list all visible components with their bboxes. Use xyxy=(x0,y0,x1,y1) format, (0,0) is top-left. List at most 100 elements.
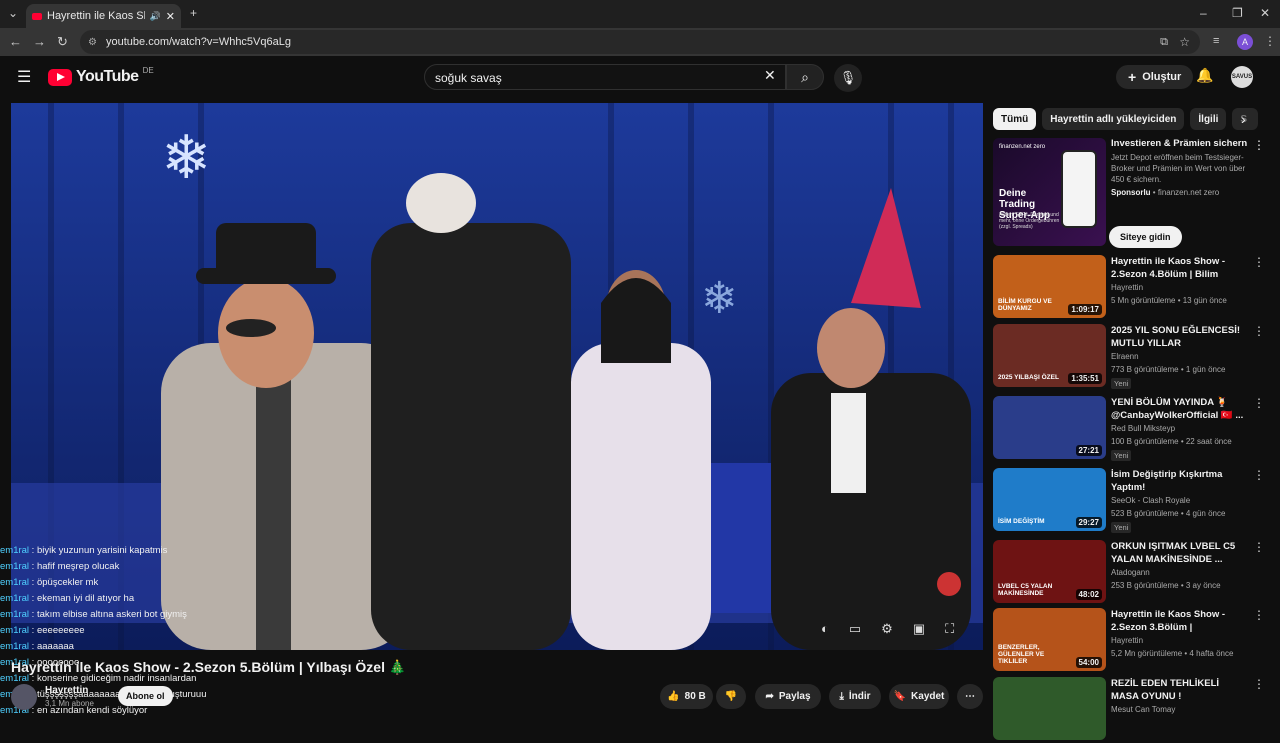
window-close-icon[interactable]: ✕ xyxy=(1260,6,1270,20)
like-count: 80 B xyxy=(684,691,706,702)
rec-more-icon[interactable]: ⋮ xyxy=(1253,396,1265,410)
save-label: Kaydet xyxy=(911,691,945,702)
url-field[interactable]: ⚙ youtube.com/watch?v=Whhc5Vq6aLg ⧉ ☆ xyxy=(80,30,1200,54)
subscribe-button[interactable]: Abone ol xyxy=(118,686,173,706)
rec-more-icon[interactable]: ⋮ xyxy=(1253,677,1265,691)
chips-next-icon[interactable]: › xyxy=(1241,111,1246,127)
rec-thumbnail: İSİM DEĞİŞTİM 29:27 xyxy=(993,468,1106,531)
rec-duration: 1:35:51 xyxy=(1068,373,1102,384)
ad-thumbnail: finanzen.net zero Deine Trading Super-Ap… xyxy=(993,138,1106,246)
rec-new-badge: Yeni xyxy=(1111,450,1132,461)
media-icon[interactable]: ≡ xyxy=(1213,35,1219,47)
rec-channel: Hayrettin xyxy=(1111,636,1144,645)
share-button[interactable]: ➦ Paylaş xyxy=(755,684,821,709)
search-button[interactable]: ⌕ xyxy=(786,64,824,90)
settings-icon[interactable]: ⚙ xyxy=(881,621,893,637)
rec-title: Hayrettin ile Kaos Show - 2.Sezon 4.Bölü… xyxy=(1111,256,1226,280)
profile-avatar[interactable]: A xyxy=(1237,34,1253,50)
menu-icon[interactable]: ☰ xyxy=(17,67,31,87)
audio-icon[interactable]: 🔊 xyxy=(150,11,161,22)
miniplayer-icon[interactable]: ▣ xyxy=(913,621,925,637)
rec-channel: Elraenn xyxy=(1111,352,1139,361)
address-bar-area: ⚙ youtube.com/watch?v=Whhc5Vq6aLg ⧉ ☆ ≡ … xyxy=(0,28,1280,56)
maximize-icon[interactable]: ❐ xyxy=(1232,6,1243,20)
search-input[interactable]: soğuk savaş xyxy=(424,64,786,90)
download-button[interactable]: ⤓ İndir xyxy=(829,684,881,709)
recommendation-item[interactable]: BİLİM KURGU VE DÜNYAMIZ 1:09:17 Hayretti… xyxy=(993,255,1265,321)
ad-title: Investieren & Prämien sichern xyxy=(1111,138,1248,149)
notifications-bell-icon[interactable]: 🔔 xyxy=(1196,67,1213,84)
chat-line: em1ral : hafif meşrep olucak xyxy=(0,561,120,572)
youtube-play-icon xyxy=(48,68,72,86)
rec-thumb-text: BİLİM KURGU VE DÜNYAMIZ xyxy=(998,298,1052,312)
chip-related[interactable]: İlgili xyxy=(1190,108,1227,130)
rec-thumb-text: 2025 YILBAŞI ÖZEL xyxy=(998,374,1059,381)
recommendation-item[interactable]: İSİM DEĞİŞTİM 29:27 İsim Değiştirip Kışk… xyxy=(993,468,1265,534)
install-icon[interactable]: ⧉ xyxy=(1160,36,1168,49)
youtube-logo[interactable]: YouTube DE xyxy=(48,66,154,86)
recommendation-item[interactable]: 27:21 YENİ BÖLÜM YAYINDA 🍹 @CanbayWolker… xyxy=(993,396,1265,462)
rec-more-icon[interactable]: ⋮ xyxy=(1253,468,1265,482)
bookmark-star-icon[interactable]: ☆ xyxy=(1179,35,1190,49)
channel-avatar[interactable] xyxy=(11,684,37,710)
thumb-down-icon: 👎 xyxy=(724,691,738,702)
mic-icon: 🎙 xyxy=(839,70,857,85)
recommendation-item[interactable]: 2025 YILBAŞI ÖZEL 1:35:51 2025 YIL SONU … xyxy=(993,324,1265,390)
new-tab-icon[interactable]: + xyxy=(190,6,197,20)
rec-views: 773 B görüntüleme • 1 gün önce xyxy=(1111,365,1226,374)
create-button[interactable]: + Oluştur xyxy=(1116,65,1194,89)
ad-card[interactable]: finanzen.net zero Deine Trading Super-Ap… xyxy=(993,138,1265,254)
reload-icon[interactable]: ↻ xyxy=(57,34,68,50)
chip-uploader[interactable]: Hayrettin adlı yükleyiciden xyxy=(1042,108,1185,130)
ad-cta-button[interactable]: Siteye gidin xyxy=(1109,226,1182,248)
url-text: youtube.com/watch?v=Whhc5Vq6aLg xyxy=(106,36,291,48)
tab-title: Hayrettin ile Kaos Show - 2. xyxy=(47,10,145,22)
rec-views: 100 B görüntüleme • 22 saat önce xyxy=(1111,437,1232,446)
rec-thumb-text: BENZERLER, GÜLENLER VE TIKLILER xyxy=(998,644,1045,665)
browser-tab[interactable]: Hayrettin ile Kaos Show - 2. 🔊 ✕ xyxy=(26,4,181,28)
save-button[interactable]: 🔖 Kaydet xyxy=(889,684,949,709)
recommendation-item[interactable]: BENZERLER, GÜLENLER VE TIKLILER 54:00 Ha… xyxy=(993,608,1265,674)
channel-name[interactable]: Hayrettin xyxy=(45,685,88,696)
tab-close-icon[interactable]: ✕ xyxy=(166,10,175,23)
rec-more-icon[interactable]: ⋮ xyxy=(1253,324,1265,338)
ad-thumb-subtext: Aktien, ETFs, Derivate und mehr, ohne Or… xyxy=(999,212,1060,230)
rec-channel: Red Bull Miksteyp xyxy=(1111,424,1176,433)
voice-search-button[interactable]: 🎙 xyxy=(834,64,862,92)
player-controls: ◐ ▭ ⚙ ▣ ⛶ xyxy=(821,621,954,637)
tab-search-icon[interactable]: ⌄ xyxy=(8,6,18,20)
rec-thumbnail: LVBEL C5 YALAN MAKİNESİNDE 48:02 xyxy=(993,540,1106,603)
chat-line: em1ral : öpüşcekler mk xyxy=(0,577,99,588)
recommendation-item[interactable]: REZİL EDEN TEHLİKELİ MASA OYUNU ! w/@Mev… xyxy=(993,677,1265,743)
bookmark-icon: 🔖 xyxy=(893,691,907,702)
youtube-favicon-icon xyxy=(32,12,42,20)
back-icon[interactable]: ← xyxy=(9,34,22,49)
rec-more-icon[interactable]: ⋮ xyxy=(1253,608,1265,622)
subtitles-icon[interactable]: ▭ xyxy=(849,621,861,637)
dislike-button[interactable]: 👎 xyxy=(716,684,746,709)
fullscreen-icon[interactable]: ⛶ xyxy=(945,621,954,637)
chip-all[interactable]: Tümü xyxy=(993,108,1037,130)
rec-duration: 27:21 xyxy=(1075,445,1102,456)
browser-menu-icon[interactable]: ⋮ xyxy=(1264,34,1276,48)
download-icon: ⤓ xyxy=(839,691,844,702)
recommendation-item[interactable]: LVBEL C5 YALAN MAKİNESİNDE 48:02 ORKUN I… xyxy=(993,540,1265,606)
rec-more-icon[interactable]: ⋮ xyxy=(1253,255,1265,269)
minimize-icon[interactable]: – xyxy=(1200,6,1207,20)
rec-duration: 29:27 xyxy=(1075,517,1102,528)
like-button[interactable]: 👍 80 B xyxy=(660,684,713,709)
forward-icon[interactable]: → xyxy=(33,34,46,49)
autoplay-toggle-icon[interactable]: ◐ xyxy=(821,621,829,637)
rec-more-icon[interactable]: ⋮ xyxy=(1253,540,1265,554)
rec-thumb-text: LVBEL C5 YALAN MAKİNESİNDE xyxy=(998,583,1053,597)
more-icon: ⋯ xyxy=(965,691,975,702)
rec-title: ORKUN IŞITMAK LVBEL C5 YALAN MAKİNESİNDE… xyxy=(1111,541,1236,565)
clear-search-icon[interactable]: ✕ xyxy=(764,67,776,84)
chat-line: em1ral : ekeman iyi dil atıyor ha xyxy=(0,593,135,604)
rec-thumb-text: İSİM DEĞİŞTİM xyxy=(998,518,1045,525)
site-info-icon[interactable]: ⚙ xyxy=(88,37,97,48)
rec-channel: Atadogann xyxy=(1111,568,1150,577)
more-actions-button[interactable]: ⋯ xyxy=(957,684,983,709)
ad-more-icon[interactable]: ⋮ xyxy=(1253,138,1265,152)
account-avatar[interactable]: SAVUS xyxy=(1231,66,1253,88)
